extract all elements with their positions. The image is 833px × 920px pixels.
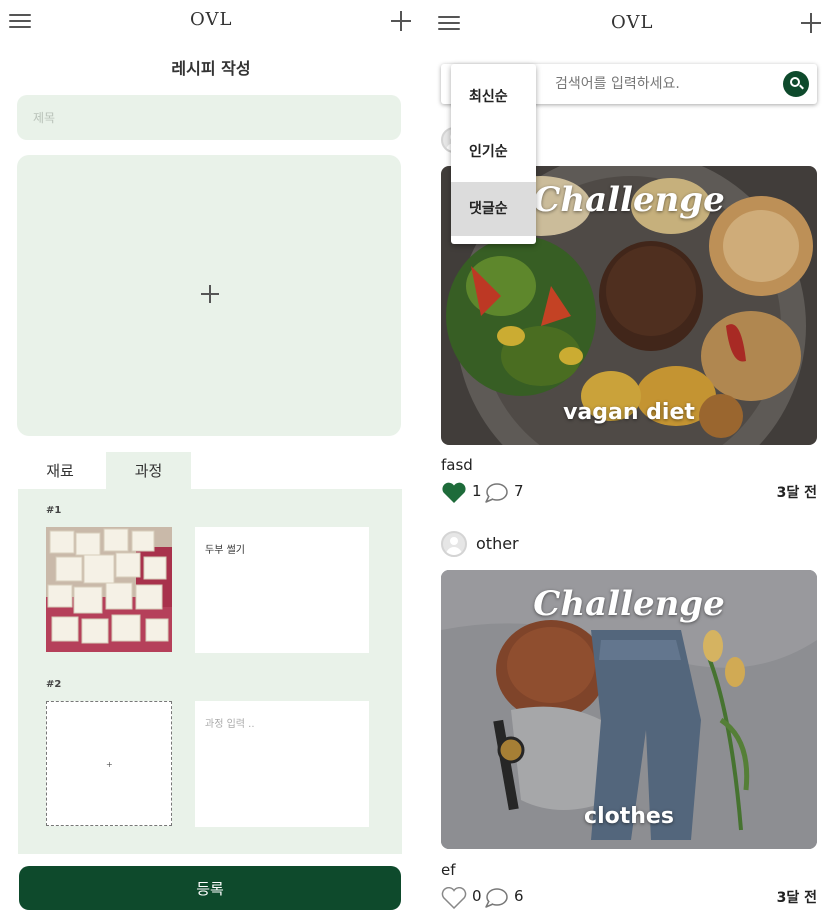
- avatar[interactable]: [441, 531, 467, 557]
- steps-panel: #1 #2 +: [18, 489, 402, 854]
- page-title: 레시피 작성: [171, 59, 251, 78]
- sort-dropdown: 최신순 인기순 댓글순: [451, 64, 536, 244]
- step-number: #1: [46, 505, 62, 516]
- search-input[interactable]: [555, 72, 775, 96]
- author-name[interactable]: other: [476, 534, 519, 553]
- app-logo[interactable]: OVL: [190, 9, 232, 30]
- comment-count: 7: [514, 482, 524, 500]
- menu-icon[interactable]: [9, 12, 31, 30]
- post-meta: 0 6 3달 전: [441, 885, 817, 909]
- step-description[interactable]: [195, 701, 369, 827]
- main-photo-upload[interactable]: [17, 155, 401, 436]
- like-count: 1: [472, 482, 482, 500]
- comment-icon[interactable]: [484, 482, 508, 504]
- step-number: #2: [46, 679, 62, 690]
- app-logo[interactable]: OVL: [611, 12, 653, 33]
- post-meta: 1 7 3달 전: [441, 480, 817, 504]
- post-image[interactable]: Challenge clothes: [441, 570, 817, 849]
- comment-count: 6: [514, 887, 524, 905]
- image-caption: vagan diet: [563, 400, 695, 425]
- image-caption: clothes: [584, 804, 674, 829]
- add-photo-icon: [201, 285, 219, 303]
- image-title: Challenge: [533, 584, 725, 624]
- heart-outline-icon[interactable]: [441, 887, 467, 909]
- add-icon[interactable]: [391, 11, 411, 31]
- submit-button[interactable]: 등록: [19, 866, 401, 910]
- menu-icon[interactable]: [438, 14, 460, 32]
- step-photo[interactable]: [46, 527, 172, 652]
- post-title[interactable]: fasd: [441, 456, 473, 474]
- post-time: 3달 전: [776, 890, 817, 906]
- title-input[interactable]: [17, 95, 401, 140]
- post-time: 3달 전: [776, 485, 817, 501]
- add-photo-icon: +: [106, 760, 113, 769]
- add-icon[interactable]: [801, 13, 821, 33]
- post-title[interactable]: ef: [441, 861, 456, 879]
- header: OVL: [0, 0, 422, 44]
- feed-screen: OVL 검색어를 입력하세요. Challenge vagan diet fas…: [424, 0, 833, 920]
- like-count: 0: [472, 887, 482, 905]
- tofu-photo: [46, 527, 172, 652]
- tab-process[interactable]: 과정: [106, 452, 191, 490]
- search-button[interactable]: [783, 71, 809, 97]
- sort-option-comments[interactable]: 댓글순: [451, 182, 536, 236]
- comment-icon[interactable]: [484, 887, 508, 909]
- heart-filled-icon[interactable]: [441, 482, 467, 504]
- sort-option-latest[interactable]: 최신순: [451, 70, 536, 124]
- step-description[interactable]: [195, 527, 369, 653]
- recipe-write-screen: OVL 레시피 작성 재료 과정 #1 #2 +: [0, 0, 422, 920]
- sort-option-popular[interactable]: 인기순: [451, 125, 536, 179]
- tab-ingredients[interactable]: 재료: [18, 452, 102, 490]
- step-photo-upload[interactable]: +: [46, 701, 172, 826]
- header: OVL: [424, 0, 833, 44]
